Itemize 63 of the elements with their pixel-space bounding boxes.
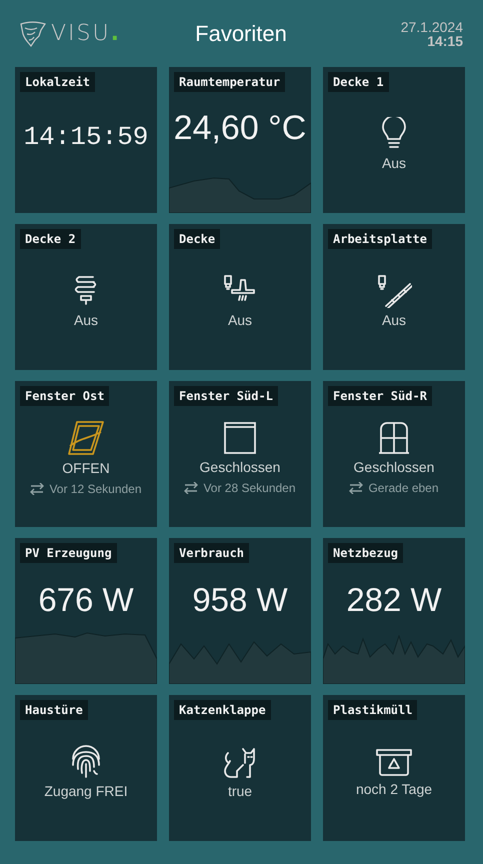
state-text: Geschlossen [354, 458, 434, 474]
state-text: Aus [382, 154, 406, 170]
state-text: OFFEN [62, 460, 110, 476]
widget-tile[interactable]: Netzbezug 282 W [323, 538, 465, 684]
state-text: Aus [228, 312, 252, 328]
last-change-text: Vor 28 Sekunden [203, 480, 296, 494]
value-text: 958 W [192, 580, 288, 618]
tile-label: Raumtemperatur [174, 72, 286, 92]
widget-tile[interactable]: Verbrauch 958 W [169, 538, 311, 684]
widget-tile[interactable]: Lokalzeit 14:15:59 [15, 67, 157, 213]
tile-label: Katzenklappe [174, 700, 271, 720]
widget-tile[interactable]: Fenster Süd-R Geschlossen Gerade eben [323, 381, 465, 527]
widget-tile[interactable]: Katzenklappe true [169, 695, 311, 841]
state-text: Aus [382, 312, 406, 328]
tile-label: PV Erzeugung [20, 543, 117, 563]
tile-label: Decke 1 [328, 72, 389, 92]
widget-tile[interactable]: Fenster Ost OFFEN Vor 12 Sekunden [15, 381, 157, 527]
state-text: true [228, 782, 252, 798]
logo-text: VISU. [51, 21, 121, 46]
value-text: 676 W [38, 580, 134, 618]
widget-tile[interactable]: Decke Aus [169, 224, 311, 370]
tile-label: Fenster Süd-R [328, 386, 432, 406]
tile-label: Verbrauch [174, 543, 250, 563]
tile-label: Plastikmüll [328, 700, 418, 720]
tile-label: Haustüre [20, 700, 88, 720]
tile-label: Netzbezug [328, 543, 404, 563]
widget-tile[interactable]: Haustüre Zugang FREI [15, 695, 157, 841]
recycling-bin-icon [375, 746, 413, 776]
swap-icon [30, 482, 44, 494]
widget-tile[interactable]: Plastikmüll noch 2 Tage [323, 695, 465, 841]
value-text: 282 W [346, 580, 442, 618]
widget-tile[interactable]: Raumtemperatur 24,60 °C [169, 67, 311, 213]
swap-icon [184, 482, 198, 494]
logo-icon [19, 20, 47, 48]
tile-label: Fenster Süd-L [174, 386, 278, 406]
state-text: Geschlossen [200, 458, 280, 474]
skylight-icon [66, 420, 105, 456]
state-text: noch 2 Tage [356, 780, 432, 796]
last-change-text: Gerade eben [368, 480, 439, 494]
swap-icon [349, 482, 364, 494]
widget-tile[interactable]: Decke 2 Aus [15, 224, 157, 370]
date-text: 27.1.2024 [400, 20, 463, 34]
widget-tile[interactable]: PV Erzeugung 676 W [15, 538, 157, 684]
lightbulb-icon [381, 116, 407, 150]
last-change-text: Vor 12 Sekunden [49, 482, 142, 496]
widget-tile[interactable]: Arbeitsplatte Aus [323, 224, 465, 370]
tile-label: Decke [174, 229, 220, 249]
tile-label: Decke 2 [20, 229, 81, 249]
widget-tile[interactable]: Decke 1 Aus [323, 67, 465, 213]
page-title: Favoriten [195, 20, 287, 46]
time-text: 14:15 [427, 34, 463, 48]
digital-clock: 14:15:59 [24, 122, 148, 152]
tile-label: Fenster Ost [20, 386, 110, 406]
spiral-bulb-icon [74, 274, 98, 308]
tile-label: Arbeitsplatte [328, 229, 432, 249]
state-text: Aus [74, 312, 98, 328]
state-text: Zugang FREI [44, 782, 128, 798]
window-icon [377, 420, 411, 454]
led-strip-icon [376, 274, 412, 308]
widget-tile[interactable]: Fenster Süd-L Geschlossen Vor 28 Sekunden [169, 381, 311, 527]
window-icon [222, 420, 257, 454]
value-text: 24,60 °C [174, 109, 306, 148]
tile-label: Lokalzeit [20, 72, 96, 92]
